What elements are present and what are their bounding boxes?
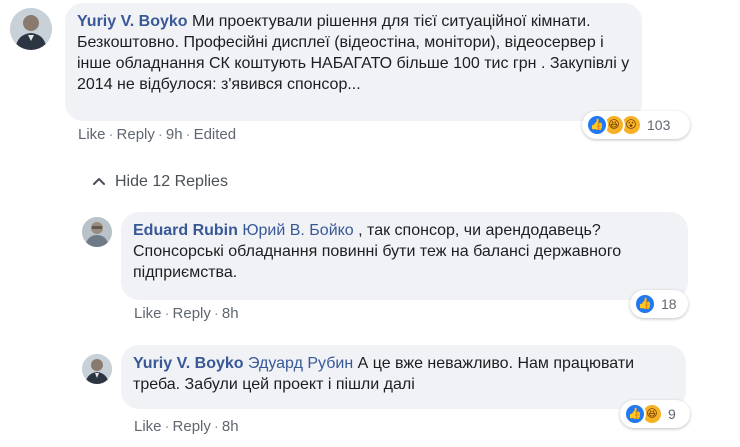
reaction-summary[interactable]: 👍 😆 😮 103 bbox=[582, 111, 690, 139]
like-icon: 👍 bbox=[586, 114, 608, 136]
reply-link[interactable]: Reply bbox=[117, 126, 155, 143]
reaction-summary[interactable]: 👍 18 bbox=[630, 290, 688, 318]
reply-author[interactable]: Yuriy V. Boyko bbox=[133, 355, 244, 372]
like-icon: 👍 bbox=[634, 293, 656, 315]
like-link[interactable]: Like bbox=[134, 418, 162, 435]
reaction-count: 103 bbox=[647, 117, 671, 133]
reply-bubble: Yuriy V. Boyko Эдуард Рубин А це вже нев… bbox=[121, 345, 686, 409]
comment-author[interactable]: Yuriy V. Boyko bbox=[77, 13, 188, 30]
edited-label[interactable]: Edited bbox=[194, 126, 237, 143]
comment-bubble: Yuriy V. Boyko Ми проектували рішення дл… bbox=[65, 3, 642, 121]
mention-link[interactable]: Эдуард Рубин bbox=[248, 355, 353, 372]
like-icon: 👍 bbox=[624, 403, 646, 425]
reply-link[interactable]: Reply bbox=[173, 305, 211, 322]
reply-bubble: Eduard Rubin Юрий В. Бойко , так спонсор… bbox=[121, 212, 688, 300]
timestamp[interactable]: 9h bbox=[166, 126, 183, 143]
avatar[interactable] bbox=[82, 354, 112, 384]
like-link[interactable]: Like bbox=[134, 305, 162, 322]
chevron-up-icon bbox=[93, 178, 105, 185]
hide-replies-label: Hide 12 Replies bbox=[115, 173, 228, 190]
avatar[interactable] bbox=[82, 217, 112, 247]
reaction-summary[interactable]: 👍 😆 9 bbox=[620, 400, 690, 428]
reply-actions: Like · Reply · 8h bbox=[134, 418, 239, 435]
reaction-count: 9 bbox=[668, 406, 676, 422]
comment-actions: Like · Reply · 9h · Edited bbox=[78, 126, 237, 143]
reply-author[interactable]: Eduard Rubin bbox=[133, 222, 238, 239]
hide-replies-toggle[interactable]: Hide 12 Replies bbox=[93, 173, 228, 191]
timestamp[interactable]: 8h bbox=[222, 305, 239, 322]
like-link[interactable]: Like bbox=[78, 126, 106, 143]
avatar[interactable] bbox=[10, 8, 52, 50]
timestamp[interactable]: 8h bbox=[222, 418, 239, 435]
mention-link[interactable]: Юрий В. Бойко bbox=[242, 222, 353, 239]
reply-actions: Like · Reply · 8h bbox=[134, 305, 239, 322]
reply-link[interactable]: Reply bbox=[173, 418, 211, 435]
reaction-count: 18 bbox=[661, 296, 677, 312]
